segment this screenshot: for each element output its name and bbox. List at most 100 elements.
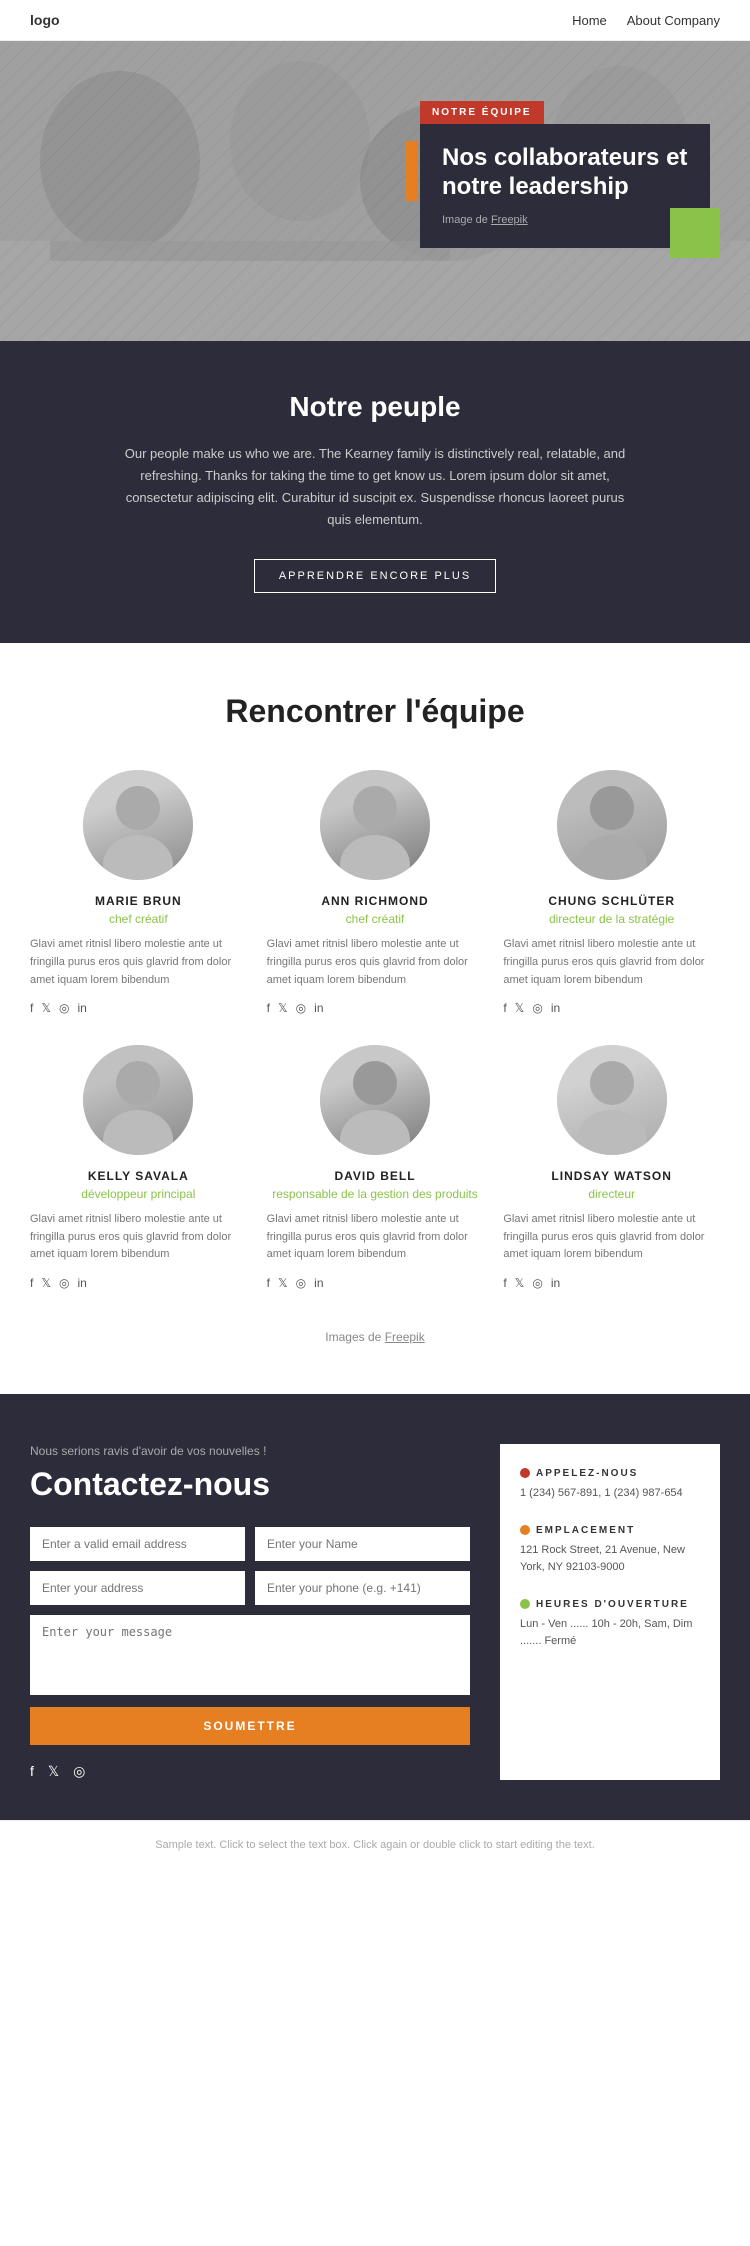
call-dot	[520, 1468, 530, 1478]
hero-tag: NOTRE ÉQUIPE	[420, 101, 544, 124]
phone-field[interactable]	[255, 1571, 470, 1605]
contact-info-area: APPELEZ-NOUS 1 (234) 567-891, 1 (234) 98…	[500, 1444, 720, 1780]
instagram-icon[interactable]: ◎	[59, 1001, 69, 1015]
team-member-5: DAVID BELL responsable de la gestion des…	[267, 1045, 484, 1290]
info-location-value: 121 Rock Street, 21 Avenue, New York, NY…	[520, 1542, 700, 1577]
info-location: EMPLACEMENT 121 Rock Street, 21 Avenue, …	[520, 1525, 700, 1577]
logo: logo	[30, 12, 60, 28]
member-photo-inner-6	[557, 1045, 667, 1155]
team-member-3: CHUNG SCHLÜTER directeur de la stratégie…	[503, 770, 720, 1015]
form-row-1	[30, 1527, 470, 1561]
member-social-4: f 𝕏 ◎ in	[30, 1276, 247, 1290]
member-social-5: f 𝕏 ◎ in	[267, 1276, 484, 1290]
instagram-icon[interactable]: ◎	[296, 1276, 306, 1290]
member-photo-inner-1	[83, 770, 193, 880]
facebook-icon[interactable]: f	[267, 1001, 270, 1015]
team-grid: MARIE BRUN chef créatif Glavi amet ritni…	[30, 770, 720, 1290]
nav-home[interactable]: Home	[572, 13, 607, 28]
info-call: APPELEZ-NOUS 1 (234) 567-891, 1 (234) 98…	[520, 1468, 700, 1503]
location-dot	[520, 1525, 530, 1535]
member-social-3: f 𝕏 ◎ in	[503, 1001, 720, 1015]
contact-social: f 𝕏 ◎	[30, 1763, 470, 1780]
member-photo-1	[83, 770, 193, 880]
facebook-icon[interactable]: f	[30, 1276, 33, 1290]
contact-title: Contactez-nous	[30, 1466, 470, 1503]
member-role-1: chef créatif	[30, 912, 247, 926]
facebook-icon[interactable]: f	[30, 1763, 34, 1780]
notre-peuple-body: Our people make us who we are. The Kearn…	[115, 443, 635, 531]
rencontrer-section: Rencontrer l'équipe MARIE BRUN chef créa…	[0, 643, 750, 1394]
linkedin-icon[interactable]: in	[314, 1276, 323, 1290]
team-member-6: LINDSAY WATSON directeur Glavi amet ritn…	[503, 1045, 720, 1290]
twitter-icon[interactable]: 𝕏	[515, 1001, 525, 1015]
hero-freepik-link[interactable]: Freepik	[491, 214, 528, 226]
rencontrer-title: Rencontrer l'équipe	[30, 693, 720, 730]
orange-accent	[405, 141, 417, 201]
contact-form-area: Nous serions ravis d'avoir de vos nouvel…	[30, 1444, 500, 1780]
address-field[interactable]	[30, 1571, 245, 1605]
member-name-6: LINDSAY WATSON	[503, 1169, 720, 1183]
member-role-5: responsable de la gestion des produits	[267, 1187, 484, 1201]
instagram-icon[interactable]: ◎	[59, 1276, 69, 1290]
member-name-4: KELLY SAVALA	[30, 1169, 247, 1183]
name-field[interactable]	[255, 1527, 470, 1561]
member-name-3: CHUNG SCHLÜTER	[503, 894, 720, 908]
member-photo-inner-2	[320, 770, 430, 880]
info-hours-label: HEURES D'OUVERTURE	[520, 1599, 700, 1610]
email-field[interactable]	[30, 1527, 245, 1561]
submit-button[interactable]: SOUMETTRE	[30, 1707, 470, 1745]
member-photo-2	[320, 770, 430, 880]
facebook-icon[interactable]: f	[267, 1276, 270, 1290]
twitter-icon[interactable]: 𝕏	[48, 1763, 59, 1780]
member-photo-5	[320, 1045, 430, 1155]
linkedin-icon[interactable]: in	[78, 1276, 87, 1290]
hours-dot	[520, 1599, 530, 1609]
footer: Sample text. Click to select the text bo…	[0, 1820, 750, 1869]
member-name-1: MARIE BRUN	[30, 894, 247, 908]
linkedin-icon[interactable]: in	[551, 1276, 560, 1290]
notre-peuple-title: Notre peuple	[30, 391, 720, 423]
facebook-icon[interactable]: f	[503, 1276, 506, 1290]
nav: Home About Company	[572, 13, 720, 28]
linkedin-icon[interactable]: in	[314, 1001, 323, 1015]
linkedin-icon[interactable]: in	[551, 1001, 560, 1015]
form-row-2	[30, 1571, 470, 1605]
team-member-4: KELLY SAVALA développeur principal Glavi…	[30, 1045, 247, 1290]
member-desc-3: Glavi amet ritnisl libero molestie ante …	[503, 936, 720, 989]
twitter-icon[interactable]: 𝕏	[278, 1001, 288, 1015]
nav-about[interactable]: About Company	[627, 13, 720, 28]
contact-section: Nous serions ravis d'avoir de vos nouvel…	[0, 1394, 750, 1820]
hero-section: NOTRE ÉQUIPE Nos collaborateurs et notre…	[0, 41, 750, 341]
green-accent	[670, 208, 720, 258]
contact-tagline: Nous serions ravis d'avoir de vos nouvel…	[30, 1444, 470, 1458]
twitter-icon[interactable]: 𝕏	[278, 1276, 288, 1290]
member-social-2: f 𝕏 ◎ in	[267, 1001, 484, 1015]
team-member-1: MARIE BRUN chef créatif Glavi amet ritni…	[30, 770, 247, 1015]
member-name-5: DAVID BELL	[267, 1169, 484, 1183]
instagram-icon[interactable]: ◎	[73, 1763, 85, 1780]
notre-peuple-section: Notre peuple Our people make us who we a…	[0, 341, 750, 643]
twitter-icon[interactable]: 𝕏	[41, 1276, 51, 1290]
member-photo-inner-5	[320, 1045, 430, 1155]
info-hours: HEURES D'OUVERTURE Lun - Ven ...... 10h …	[520, 1599, 700, 1651]
member-photo-6	[557, 1045, 667, 1155]
member-role-2: chef créatif	[267, 912, 484, 926]
facebook-icon[interactable]: f	[503, 1001, 506, 1015]
member-photo-4	[83, 1045, 193, 1155]
member-desc-5: Glavi amet ritnisl libero molestie ante …	[267, 1211, 484, 1264]
twitter-icon[interactable]: 𝕏	[41, 1001, 51, 1015]
instagram-icon[interactable]: ◎	[532, 1001, 542, 1015]
facebook-icon[interactable]: f	[30, 1001, 33, 1015]
message-field[interactable]	[30, 1615, 470, 1695]
hero-overlay: NOTRE ÉQUIPE Nos collaborateurs et notre…	[420, 101, 710, 248]
member-desc-2: Glavi amet ritnisl libero molestie ante …	[267, 936, 484, 989]
linkedin-icon[interactable]: in	[78, 1001, 87, 1015]
apprendre-button[interactable]: APPRENDRE ENCORE PLUS	[254, 559, 496, 593]
instagram-icon[interactable]: ◎	[532, 1276, 542, 1290]
freepik-link[interactable]: Freepik	[385, 1330, 425, 1344]
footer-note: Sample text. Click to select the text bo…	[155, 1839, 595, 1851]
twitter-icon[interactable]: 𝕏	[515, 1276, 525, 1290]
member-desc-6: Glavi amet ritnisl libero molestie ante …	[503, 1211, 720, 1264]
member-role-4: développeur principal	[30, 1187, 247, 1201]
instagram-icon[interactable]: ◎	[296, 1001, 306, 1015]
